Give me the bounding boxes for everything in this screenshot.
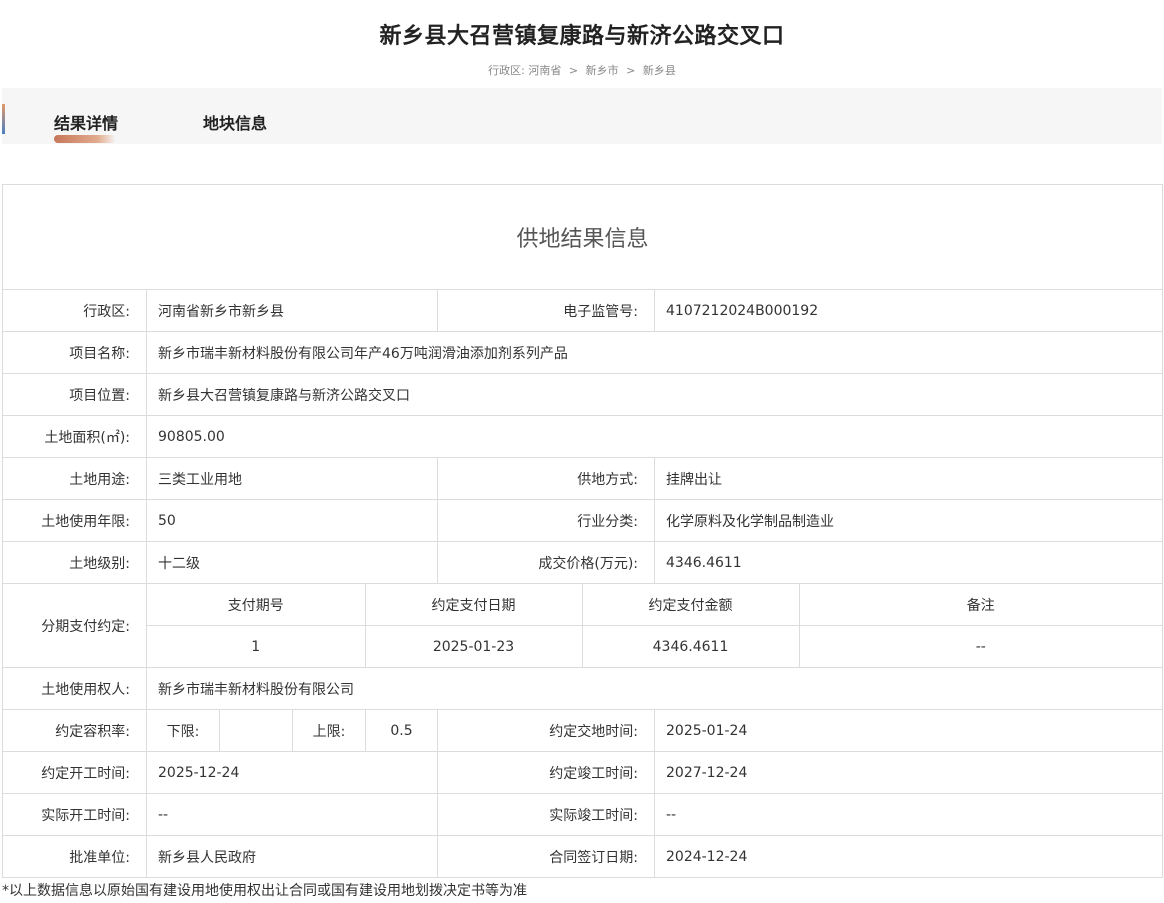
table-row: 土地使用权人: 新乡市瑞丰新材料股份有限公司 bbox=[2, 667, 1164, 710]
supervision-no-value: 4107212024B000192 bbox=[653, 289, 1164, 332]
land-use-value: 三类工业用地 bbox=[146, 457, 438, 500]
installment-period: 1 bbox=[147, 625, 366, 667]
actual-start-label: 实际开工时间: bbox=[2, 793, 147, 836]
far-label: 约定容积率: bbox=[2, 709, 147, 752]
land-area-value: 90805.00 bbox=[145, 415, 1164, 458]
use-term-value: 50 bbox=[146, 499, 438, 542]
installment-header-date: 约定支付日期 bbox=[365, 584, 583, 626]
land-grade-label: 土地级别: bbox=[2, 541, 147, 584]
far-lower-value bbox=[220, 710, 293, 751]
price-value: 4346.4611 bbox=[653, 541, 1164, 584]
actual-finish-label: 实际竣工时间: bbox=[437, 793, 655, 836]
active-tab-indicator bbox=[54, 135, 116, 143]
tab-parcel-info[interactable]: 地块信息 bbox=[203, 110, 267, 134]
start-time-label: 约定开工时间: bbox=[2, 751, 147, 794]
table-row: 项目名称: 新乡市瑞丰新材料股份有限公司年产46万吨润滑油添加剂系列产品 bbox=[2, 331, 1164, 374]
industry-value: 化学原料及化学制品制造业 bbox=[653, 499, 1164, 542]
table-row: 批准单位: 新乡县人民政府 合同签订日期: 2024-12-24 bbox=[2, 835, 1164, 878]
handover-time-value: 2025-01-24 bbox=[653, 709, 1164, 752]
industry-label: 行业分类: bbox=[437, 499, 655, 542]
far-lower-label: 下限: bbox=[147, 710, 220, 751]
land-user-value: 新乡市瑞丰新材料股份有限公司 bbox=[145, 667, 1164, 710]
far-upper-label: 上限: bbox=[293, 710, 366, 751]
installment-label: 分期支付约定: bbox=[2, 583, 147, 668]
breadcrumb-province[interactable]: 河南省 bbox=[528, 64, 561, 77]
table-row: 土地使用年限: 50 行业分类: 化学原料及化学制品制造业 bbox=[2, 499, 1164, 542]
page-title: 新乡县大召营镇复康路与新济公路交叉口 bbox=[379, 24, 785, 49]
installment-table: 支付期号 约定支付日期 约定支付金额 备注 1 2025-01-23 4346.… bbox=[147, 584, 1163, 667]
table-row: 项目位置: 新乡县大召营镇复康路与新济公路交叉口 bbox=[2, 373, 1164, 416]
supply-method-value: 挂牌出让 bbox=[653, 457, 1164, 500]
district-label: 行政区: bbox=[2, 289, 147, 332]
finish-time-label: 约定竣工时间: bbox=[437, 751, 655, 794]
project-location-label: 项目位置: bbox=[2, 373, 147, 416]
use-term-label: 土地使用年限: bbox=[2, 499, 147, 542]
contract-date-label: 合同签订日期: bbox=[437, 835, 655, 878]
supply-result-table: 供地结果信息 行政区: 河南省新乡市新乡县 电子监管号: 4107212024B… bbox=[1, 184, 1164, 878]
result-table-heading: 供地结果信息 bbox=[1, 184, 1164, 290]
breadcrumb-prefix: 行政区: bbox=[488, 64, 525, 77]
tab-bar: 结果详情 地块信息 bbox=[2, 88, 1162, 144]
handover-time-label: 约定交地时间: bbox=[437, 709, 655, 752]
land-use-label: 土地用途: bbox=[2, 457, 147, 500]
table-row: 约定容积率: 下限: 上限: 0.5 约定交地时间: 2025-01-24 bbox=[2, 709, 1164, 752]
breadcrumb-county[interactable]: 新乡县 bbox=[643, 64, 676, 77]
installment-row: 1 2025-01-23 4346.4611 -- bbox=[147, 625, 1162, 667]
installment-date: 2025-01-23 bbox=[365, 625, 583, 667]
installment-header-period: 支付期号 bbox=[147, 584, 366, 626]
installment-remark: -- bbox=[975, 638, 986, 655]
tab-result-details[interactable]: 结果详情 bbox=[54, 110, 118, 134]
table-row: 行政区: 河南省新乡市新乡县 电子监管号: 4107212024B000192 bbox=[2, 289, 1164, 332]
project-location-value: 新乡县大召营镇复康路与新济公路交叉口 bbox=[145, 373, 1164, 416]
far-cell: 下限: 上限: 0.5 bbox=[146, 709, 438, 752]
footnote: *以上数据信息以原始国有建设用地使用权出让合同或国有建设用地划拨决定书等为准 bbox=[2, 883, 527, 899]
land-area-label: 土地面积(㎡): bbox=[2, 415, 147, 458]
contract-date-value: 2024-12-24 bbox=[653, 835, 1164, 878]
table-row: 土地级别: 十二级 成交价格(万元): 4346.4611 bbox=[2, 541, 1164, 584]
actual-finish-value: -- bbox=[653, 793, 1164, 836]
installment-cell: 支付期号 约定支付日期 约定支付金额 备注 1 2025-01-23 4346.… bbox=[145, 583, 1164, 668]
tab-bar-accent bbox=[2, 104, 5, 134]
land-grade-value: 十二级 bbox=[146, 541, 438, 584]
project-name-value: 新乡市瑞丰新材料股份有限公司年产46万吨润滑油添加剂系列产品 bbox=[145, 331, 1164, 374]
approver-label: 批准单位: bbox=[2, 835, 147, 878]
table-row: 约定开工时间: 2025-12-24 约定竣工时间: 2027-12-24 bbox=[2, 751, 1164, 794]
supervision-no-label: 电子监管号: bbox=[437, 289, 655, 332]
far-range: 下限: 上限: 0.5 bbox=[147, 710, 437, 751]
installment-header-amount: 约定支付金额 bbox=[582, 584, 800, 626]
start-time-value: 2025-12-24 bbox=[146, 751, 438, 794]
installment-amount: 4346.4611 bbox=[582, 625, 800, 667]
table-row: 实际开工时间: -- 实际竣工时间: -- bbox=[2, 793, 1164, 836]
breadcrumb: 行政区: 河南省 > 新乡市 > 新乡县 bbox=[0, 62, 1164, 78]
breadcrumb-separator: > bbox=[568, 64, 579, 77]
table-row: 土地面积(㎡): 90805.00 bbox=[2, 415, 1164, 458]
actual-start-value: -- bbox=[146, 793, 438, 836]
project-name-label: 项目名称: bbox=[2, 331, 147, 374]
table-row: 土地用途: 三类工业用地 供地方式: 挂牌出让 bbox=[2, 457, 1164, 500]
district-value: 河南省新乡市新乡县 bbox=[146, 289, 438, 332]
installment-header-remark: 备注 bbox=[799, 584, 1163, 626]
approver-value: 新乡县人民政府 bbox=[146, 835, 438, 878]
table-row: 分期支付约定: 支付期号 约定支付日期 约定支付金额 备注 1 2025-01-… bbox=[2, 583, 1164, 668]
price-label: 成交价格(万元): bbox=[437, 541, 655, 584]
land-user-label: 土地使用权人: bbox=[2, 667, 147, 710]
far-upper-value: 0.5 bbox=[390, 722, 413, 739]
breadcrumb-separator: > bbox=[626, 64, 636, 77]
finish-time-value: 2027-12-24 bbox=[653, 751, 1164, 794]
breadcrumb-city[interactable]: 新乡市 bbox=[586, 64, 619, 77]
supply-method-label: 供地方式: bbox=[437, 457, 655, 500]
